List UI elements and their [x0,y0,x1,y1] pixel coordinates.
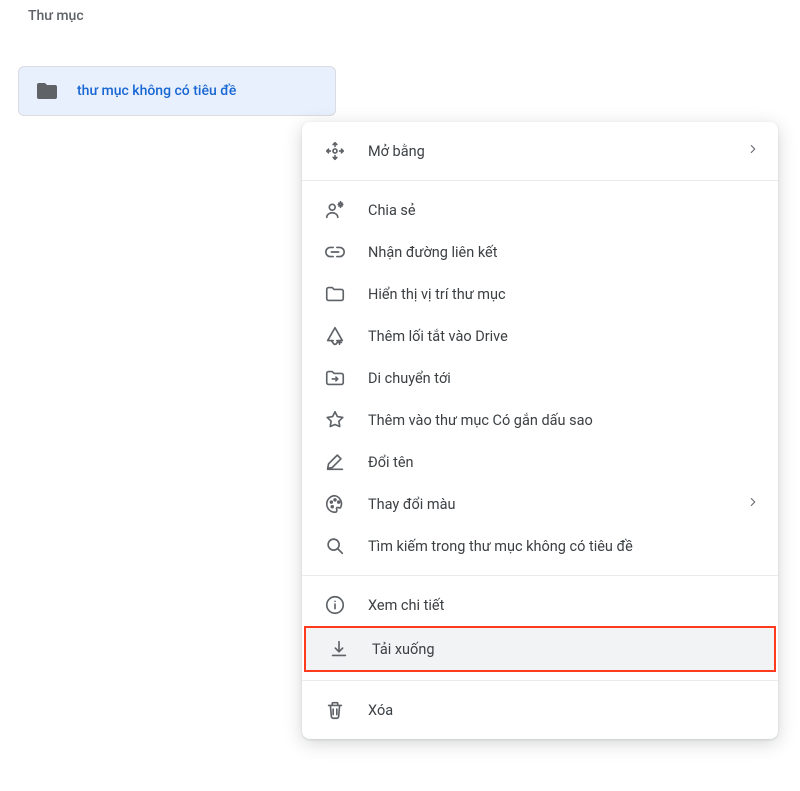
folder-icon [35,79,59,103]
menu-label: Thêm vào thư mục Có gắn dấu sao [368,412,593,429]
search-icon [324,535,346,557]
menu-label: Thay đổi màu [368,496,456,513]
menu-delete[interactable]: Xóa [302,689,778,731]
menu-open-with[interactable]: Mở bằng [302,130,778,172]
star-icon [324,409,346,431]
open-with-icon [324,140,346,162]
menu-label: Tìm kiếm trong thư mục không có tiêu đề [368,538,633,555]
menu-label: Di chuyển tới [368,370,451,387]
menu-separator [302,680,778,681]
menu-label: Mở bằng [368,143,425,160]
menu-label: Tải xuống [372,641,434,658]
move-to-icon [324,367,346,389]
download-icon [328,638,350,660]
menu-add-shortcut[interactable]: Thêm lối tắt vào Drive [302,315,778,357]
menu-add-star[interactable]: Thêm vào thư mục Có gắn dấu sao [302,399,778,441]
link-icon [324,241,346,263]
menu-separator [302,575,778,576]
context-menu: Mở bằng Chia sẻ Nhận đường liên kết Hiển… [302,122,778,739]
menu-download[interactable]: Tải xuống [306,628,774,670]
menu-label: Chia sẻ [368,202,416,219]
menu-label: Đổi tên [368,454,414,471]
info-icon [324,594,346,616]
trash-icon [324,699,346,721]
palette-icon [324,493,346,515]
menu-label: Nhận đường liên kết [368,244,497,261]
menu-move-to[interactable]: Di chuyển tới [302,357,778,399]
menu-label: Hiển thị vị trí thư mục [368,286,506,303]
drive-shortcut-icon [324,325,346,347]
highlighted-menu-wrap: Tải xuống [304,626,776,672]
share-icon [324,199,346,221]
menu-search-within[interactable]: Tìm kiếm trong thư mục không có tiêu đề [302,525,778,567]
menu-change-color[interactable]: Thay đổi màu [302,483,778,525]
menu-show-location[interactable]: Hiển thị vị trí thư mục [302,273,778,315]
menu-label: Xem chi tiết [368,597,444,614]
menu-details[interactable]: Xem chi tiết [302,584,778,626]
folder-chip[interactable]: thư mục không có tiêu đề [18,66,336,116]
menu-label: Xóa [368,702,393,719]
folder-outline-icon [324,283,346,305]
menu-get-link[interactable]: Nhận đường liên kết [302,231,778,273]
rename-icon [324,451,346,473]
section-title: Thư mục [28,8,84,24]
menu-share[interactable]: Chia sẻ [302,189,778,231]
chevron-right-icon [746,495,760,513]
menu-rename[interactable]: Đổi tên [302,441,778,483]
chevron-right-icon [746,142,760,160]
folder-name-label: thư mục không có tiêu đề [77,83,236,99]
menu-label: Thêm lối tắt vào Drive [368,328,508,345]
menu-separator [302,180,778,181]
